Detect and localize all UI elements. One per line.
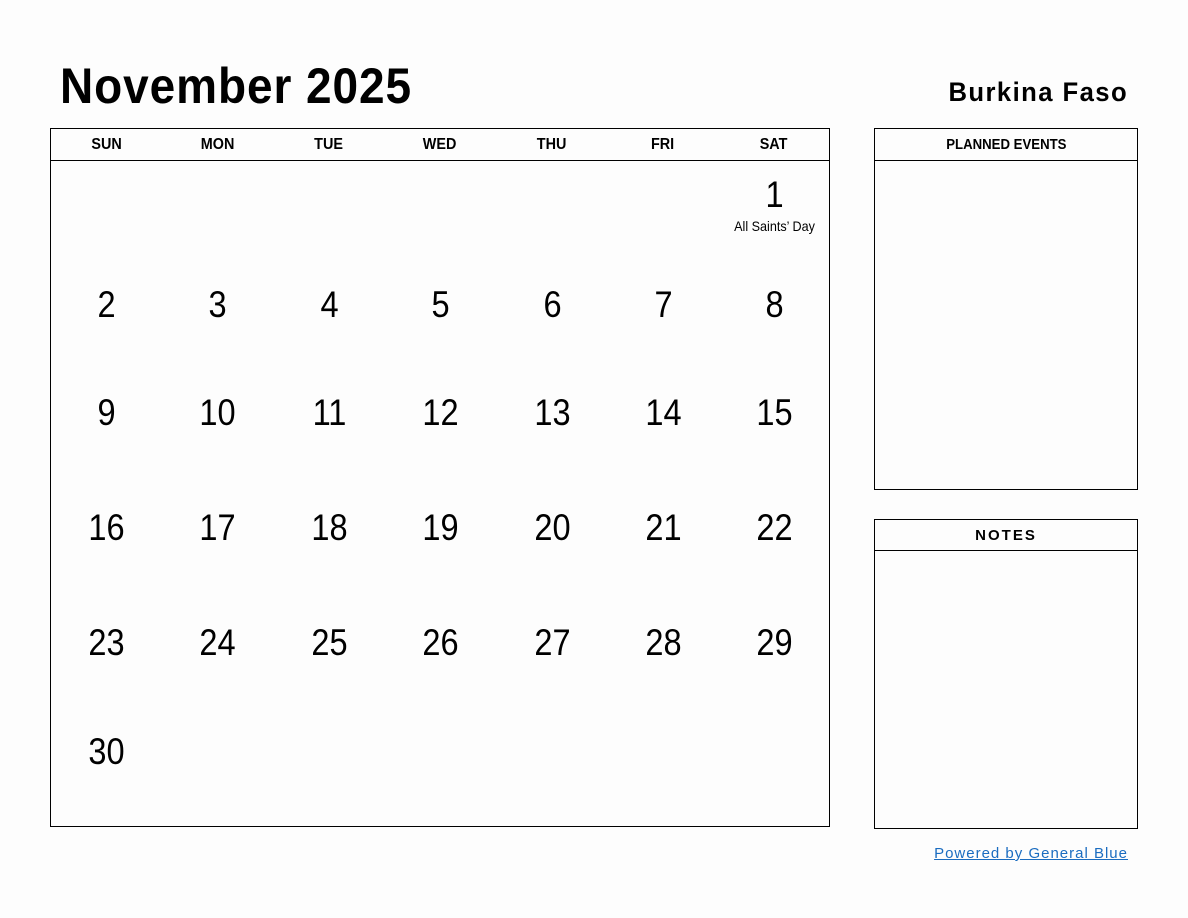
day-17: 17 bbox=[199, 507, 236, 548]
day-2: 2 bbox=[97, 284, 116, 325]
weekday-mon: MON bbox=[200, 136, 235, 153]
planned-events-area[interactable] bbox=[875, 161, 1137, 487]
day-24: 24 bbox=[199, 622, 236, 663]
day-15: 15 bbox=[756, 392, 793, 433]
weekday-tue: TUE bbox=[314, 136, 344, 153]
day-1: 1 bbox=[765, 174, 784, 215]
day-8: 8 bbox=[765, 284, 784, 325]
day-10: 10 bbox=[199, 392, 236, 433]
planned-events-panel: PLANNED EVENTS bbox=[874, 128, 1138, 490]
day-27: 27 bbox=[533, 622, 571, 663]
weekday-sun: SUN bbox=[91, 136, 122, 153]
notes-heading: NOTES bbox=[875, 520, 1137, 551]
day-12: 12 bbox=[422, 392, 459, 433]
notes-area[interactable] bbox=[875, 551, 1137, 826]
weekday-wed: WED bbox=[423, 136, 457, 153]
day-19: 19 bbox=[422, 507, 459, 548]
day-22: 22 bbox=[756, 507, 793, 548]
weekday-fri: FRI bbox=[650, 136, 674, 153]
day-7: 7 bbox=[654, 284, 673, 325]
weekday-header: SUN MON TUE WED THU FRI SAT bbox=[51, 129, 829, 161]
day-11: 11 bbox=[312, 392, 347, 433]
day-16: 16 bbox=[88, 507, 125, 548]
day-9: 9 bbox=[97, 392, 116, 433]
day-14: 14 bbox=[645, 392, 682, 433]
planned-events-heading: PLANNED EVENTS bbox=[875, 129, 1137, 161]
day-5: 5 bbox=[431, 284, 450, 325]
holiday-label: All Saints’ Day bbox=[734, 218, 816, 234]
day-26: 26 bbox=[422, 622, 459, 663]
notes-panel: NOTES bbox=[874, 519, 1138, 829]
page-title: November 2025 bbox=[60, 58, 413, 114]
day-18: 18 bbox=[311, 507, 348, 548]
day-30: 30 bbox=[88, 731, 125, 772]
day-6: 6 bbox=[543, 284, 562, 325]
country-label: Burkina Faso bbox=[948, 77, 1128, 107]
day-21: 21 bbox=[645, 507, 682, 548]
day-20: 20 bbox=[533, 507, 571, 548]
planned-events-label: PLANNED EVENTS bbox=[945, 136, 1067, 153]
day-4: 4 bbox=[320, 284, 339, 325]
weekday-sat: SAT bbox=[759, 136, 788, 153]
day-28: 28 bbox=[645, 622, 682, 663]
weekday-thu: THU bbox=[536, 136, 566, 153]
calendar-grid: SUN MON TUE WED THU FRI SAT 1 All Saints’… bbox=[50, 128, 830, 827]
day-23: 23 bbox=[88, 622, 125, 663]
day-25: 25 bbox=[311, 622, 348, 663]
day-3: 3 bbox=[208, 284, 227, 325]
powered-by-link[interactable]: Powered by General Blue bbox=[934, 844, 1128, 864]
day-29: 29 bbox=[756, 622, 793, 663]
day-13: 13 bbox=[533, 392, 571, 433]
